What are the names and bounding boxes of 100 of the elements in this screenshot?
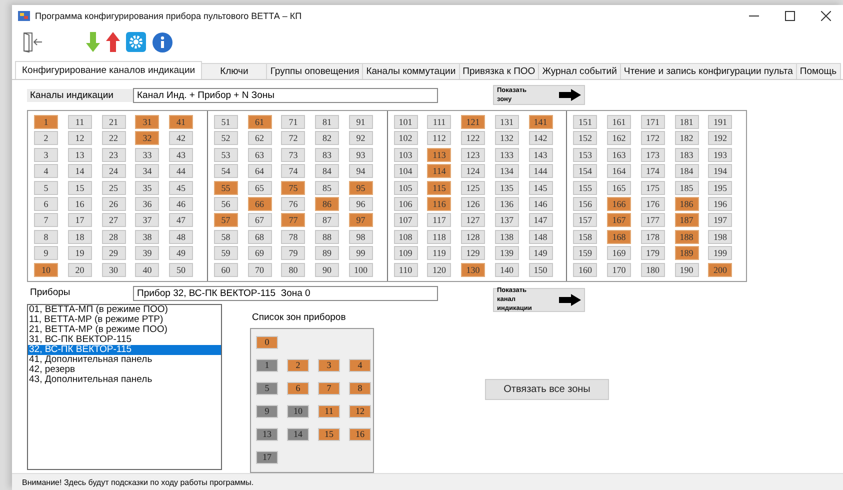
channel-button[interactable]: 68 bbox=[248, 230, 272, 244]
channel-button[interactable]: 103 bbox=[394, 148, 418, 162]
zone-button[interactable]: 16 bbox=[349, 428, 371, 441]
device-list-item[interactable]: 32, ВС-ПК ВЕКТОР-115 bbox=[28, 344, 221, 355]
channel-button[interactable]: 63 bbox=[248, 148, 272, 162]
channel-button[interactable]: 130 bbox=[461, 262, 485, 277]
channel-button[interactable]: 78 bbox=[281, 230, 306, 244]
channel-button[interactable]: 107 bbox=[394, 213, 418, 228]
channel-button[interactable]: 199 bbox=[708, 246, 732, 260]
channel-button[interactable]: 157 bbox=[573, 213, 598, 228]
channel-button[interactable]: 73 bbox=[281, 148, 306, 162]
channel-button[interactable]: 179 bbox=[640, 246, 665, 260]
channel-button[interactable]: 10 bbox=[34, 262, 58, 277]
channel-button[interactable]: 127 bbox=[461, 213, 485, 228]
channel-button[interactable]: 141 bbox=[528, 115, 552, 129]
channel-button[interactable]: 110 bbox=[394, 262, 418, 277]
channel-button[interactable]: 14 bbox=[68, 164, 92, 178]
channel-button[interactable]: 30 bbox=[102, 262, 126, 277]
channel-button[interactable]: 194 bbox=[708, 164, 732, 178]
zone-button[interactable]: 11 bbox=[318, 404, 340, 418]
channel-button[interactable]: 121 bbox=[461, 115, 485, 129]
channel-button[interactable]: 168 bbox=[607, 230, 631, 244]
channel-button[interactable]: 20 bbox=[68, 262, 92, 277]
channel-button[interactable]: 52 bbox=[214, 131, 238, 146]
channel-button[interactable]: 128 bbox=[461, 230, 485, 244]
zone-button[interactable]: 6 bbox=[287, 382, 309, 395]
channel-button[interactable]: 92 bbox=[348, 131, 373, 146]
channel-button[interactable]: 48 bbox=[169, 230, 193, 244]
channel-button[interactable]: 191 bbox=[708, 115, 732, 129]
zone-button[interactable]: 17 bbox=[256, 450, 278, 464]
channel-button[interactable]: 146 bbox=[528, 196, 552, 211]
channel-button[interactable]: 135 bbox=[494, 180, 519, 195]
channel-button[interactable]: 19 bbox=[68, 246, 92, 260]
zone-button[interactable]: 13 bbox=[256, 428, 278, 441]
channel-button[interactable]: 187 bbox=[674, 213, 698, 228]
channel-button[interactable]: 99 bbox=[348, 246, 373, 260]
channel-button[interactable]: 151 bbox=[573, 115, 598, 129]
channel-button[interactable]: 15 bbox=[68, 180, 92, 195]
channel-button[interactable]: 2 bbox=[34, 131, 58, 146]
channel-button[interactable]: 62 bbox=[248, 131, 272, 146]
tab[interactable]: Чтение и запись конфигурации пульта bbox=[620, 63, 797, 79]
tab[interactable]: Каналы коммутации bbox=[362, 63, 460, 79]
channel-button[interactable]: 172 bbox=[640, 131, 665, 146]
channel-button[interactable]: 4 bbox=[34, 164, 58, 178]
channel-button[interactable]: 113 bbox=[427, 148, 452, 162]
zone-button[interactable]: 4 bbox=[349, 358, 371, 372]
channel-button[interactable]: 96 bbox=[348, 196, 373, 211]
channel-button[interactable]: 95 bbox=[348, 180, 373, 195]
channel-button[interactable]: 152 bbox=[573, 131, 598, 146]
channel-button[interactable]: 42 bbox=[169, 131, 193, 146]
channel-button[interactable]: 109 bbox=[394, 246, 418, 260]
channel-button[interactable]: 176 bbox=[640, 196, 665, 211]
zone-button[interactable]: 5 bbox=[256, 382, 278, 395]
channel-button[interactable]: 89 bbox=[315, 246, 339, 260]
channel-button[interactable]: 53 bbox=[214, 148, 238, 162]
channel-button[interactable]: 31 bbox=[135, 115, 160, 129]
up-arrow-icon[interactable] bbox=[106, 31, 120, 53]
channel-button[interactable]: 47 bbox=[169, 213, 193, 228]
channel-button[interactable]: 170 bbox=[607, 262, 631, 277]
channel-button[interactable]: 88 bbox=[315, 230, 339, 244]
channel-button[interactable]: 129 bbox=[461, 246, 485, 260]
tab[interactable]: Конфигурирование каналов индикации bbox=[15, 61, 202, 79]
channel-button[interactable]: 154 bbox=[573, 164, 598, 178]
channel-button[interactable]: 81 bbox=[315, 115, 339, 129]
channel-button[interactable]: 182 bbox=[674, 131, 698, 146]
channel-button[interactable]: 77 bbox=[281, 213, 306, 228]
channel-button[interactable]: 104 bbox=[394, 164, 418, 178]
device-list-item[interactable]: 42, резерв bbox=[28, 364, 221, 375]
channel-button[interactable]: 71 bbox=[281, 115, 306, 129]
channel-button[interactable]: 72 bbox=[281, 131, 306, 146]
channel-button[interactable]: 158 bbox=[573, 230, 598, 244]
channel-button[interactable]: 186 bbox=[674, 196, 698, 211]
channel-button[interactable]: 29 bbox=[102, 246, 126, 260]
channel-button[interactable]: 159 bbox=[573, 246, 598, 260]
channel-button[interactable]: 6 bbox=[34, 196, 58, 211]
channel-button[interactable]: 24 bbox=[102, 164, 126, 178]
channel-button[interactable]: 38 bbox=[135, 230, 160, 244]
channel-button[interactable]: 119 bbox=[427, 246, 452, 260]
channel-field[interactable]: Канал Инд. + Прибор + N Зоны bbox=[133, 88, 438, 102]
channel-button[interactable]: 87 bbox=[315, 213, 339, 228]
channel-button[interactable]: 56 bbox=[214, 196, 238, 211]
zone-button[interactable]: 10 bbox=[287, 404, 309, 418]
zone-button[interactable]: 7 bbox=[318, 382, 340, 395]
channel-button[interactable]: 178 bbox=[640, 230, 665, 244]
zone-button[interactable]: 3 bbox=[318, 358, 340, 372]
channel-button[interactable]: 139 bbox=[494, 246, 519, 260]
channel-button[interactable]: 105 bbox=[394, 180, 418, 195]
channel-button[interactable]: 55 bbox=[214, 180, 238, 195]
channel-button[interactable]: 86 bbox=[315, 196, 339, 211]
channel-button[interactable]: 175 bbox=[640, 180, 665, 195]
channel-button[interactable]: 12 bbox=[68, 131, 92, 146]
exit-door-icon[interactable] bbox=[22, 31, 44, 53]
channel-button[interactable]: 18 bbox=[68, 230, 92, 244]
channel-button[interactable]: 125 bbox=[461, 180, 485, 195]
device-list-item[interactable]: 01, ВЕТТА-МП (в режиме ПОО) bbox=[28, 304, 221, 315]
channel-button[interactable]: 160 bbox=[573, 262, 598, 277]
channel-button[interactable]: 61 bbox=[248, 115, 272, 129]
channel-button[interactable]: 197 bbox=[708, 213, 732, 228]
channel-button[interactable]: 143 bbox=[528, 148, 552, 162]
channel-button[interactable]: 122 bbox=[461, 131, 485, 146]
